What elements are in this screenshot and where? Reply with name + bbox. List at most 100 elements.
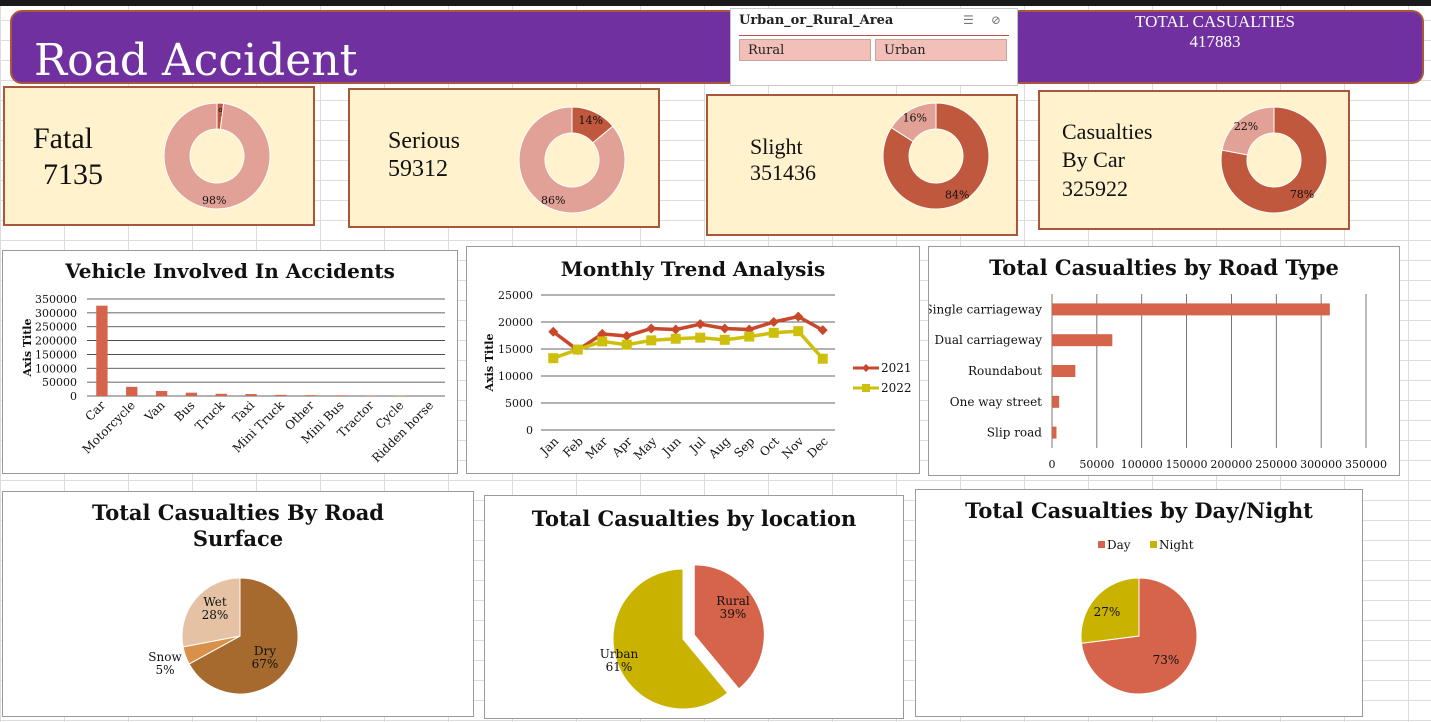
bar <box>245 394 257 396</box>
x-tick-label: 250000 <box>1255 458 1297 471</box>
x-tick-label: Bus <box>172 398 198 424</box>
data-point-2022 <box>817 353 828 364</box>
legend-label-2021: 2021 <box>881 361 912 375</box>
y-tick-label: 50000 <box>42 376 77 389</box>
slice-pct-label: 28% <box>202 608 229 622</box>
x-tick-label: Jan <box>536 434 561 459</box>
slice-pct-label: 5% <box>155 663 174 677</box>
road-type-chart: Total Casualties by Road Type 0 50000 1000… <box>928 246 1400 476</box>
bar <box>1052 426 1057 439</box>
kpi-car-label-line1: Casualties <box>1062 119 1153 144</box>
y-axis-title: Axis Title <box>21 319 34 378</box>
data-point-2022 <box>646 335 657 346</box>
bar <box>334 395 347 396</box>
x-tick-label: 150000 <box>1166 458 1208 471</box>
y-tick-label: 200000 <box>35 335 77 348</box>
y-tick-label: One way street <box>950 395 1042 409</box>
kpi-serious-donut: 14% 86% <box>518 106 626 214</box>
data-point-2022 <box>621 339 632 350</box>
x-tick-label: Feb <box>560 434 586 460</box>
multi-select-icon[interactable]: ☰ <box>963 13 974 27</box>
day-night-chart: Total Casualties by Day/Night 73% 27% Day N… <box>915 489 1363 717</box>
x-tick-label: Jun <box>658 434 684 460</box>
page-title: Road Accident <box>34 35 358 86</box>
legend-swatch-day <box>1098 541 1105 548</box>
vehicle-chart: Vehicle Involved In Accidents 0 50000 1000… <box>2 250 458 474</box>
x-tick-label: Van <box>141 398 168 425</box>
data-point-2021 <box>621 331 632 342</box>
kpi-card-serious: Serious 59312 14% 86% <box>348 88 660 228</box>
data-point-2022 <box>744 331 755 342</box>
road-surface-chart: Total Casualties By Road Surface Dry 67% S… <box>2 491 474 717</box>
x-tick-label: May <box>631 434 660 463</box>
kpi-fatal-donut: 2%98% <box>163 102 271 210</box>
slice-pct-label: 67% <box>252 657 279 671</box>
x-tick-label: Truck <box>192 398 227 433</box>
x-tick-label: Nov <box>779 434 806 461</box>
slicer-option-rural[interactable]: Rural <box>739 39 871 61</box>
urban-rural-slicer[interactable]: Urban_or_Rural_Area ☰ ⊘ Rural Urban <box>730 8 1018 86</box>
data-point-2022 <box>548 353 559 364</box>
bar <box>1052 303 1330 316</box>
road-type-svg: 0 50000 100000 150000 200000 250000 300000 3500… <box>929 294 1387 471</box>
data-point-2022 <box>670 333 681 344</box>
donut-label: 84% <box>945 189 969 202</box>
slice-name-label: Urban <box>600 647 639 661</box>
legend-marker <box>862 364 870 372</box>
y-tick-label: Dual carriageway <box>935 333 1043 347</box>
donut-label: 14% <box>579 114 603 127</box>
x-tick-label: Jul <box>685 434 708 457</box>
bar <box>215 393 227 396</box>
x-tick-label: Mar <box>583 434 611 462</box>
kpi-card-car: Casualties By Car 325922 78% 22% <box>1038 90 1350 230</box>
y-tick-label: 20000 <box>498 316 533 329</box>
slicer-title: Urban_or_Rural_Area <box>739 13 894 28</box>
legend-marker <box>862 384 870 392</box>
y-tick-label: 0 <box>526 424 533 437</box>
bar <box>96 305 108 396</box>
y-tick-label: 100000 <box>35 362 77 375</box>
legend-label-night: Night <box>1159 538 1194 552</box>
donut-label: 78% <box>1290 188 1314 201</box>
data-point-2021 <box>768 317 779 327</box>
monthly-trend-chart: Monthly Trend Analysis 0 5000 10000 15000 20… <box>466 246 920 474</box>
donut-label: 86% <box>541 194 565 207</box>
slice-pct-label: 61% <box>606 660 633 674</box>
data-point-2021 <box>695 319 706 330</box>
kpi-car-label: Casualties By Car <box>1062 118 1152 174</box>
donut-label: 98% <box>202 194 226 207</box>
total-casualties-value: 417883 <box>1189 32 1241 51</box>
kpi-serious-value: 59312 <box>388 156 448 182</box>
slice-name-label: Snow <box>148 650 182 664</box>
data-point-2022 <box>793 326 804 337</box>
kpi-serious-label: Serious <box>388 128 460 154</box>
kpi-fatal-label: Fatal <box>33 122 93 155</box>
kpi-card-slight: Slight 351436 84% 16% <box>706 94 1018 236</box>
legend-label-2022: 2022 <box>881 381 912 395</box>
kpi-card-fatal: Fatal 7135 2% 98% <box>3 86 315 226</box>
slice-pct-label: 39% <box>720 607 747 621</box>
x-tick-label: 200000 <box>1210 458 1252 471</box>
bar <box>275 394 287 396</box>
y-tick-label: 15000 <box>498 343 533 356</box>
x-tick-label: Aug <box>705 434 733 462</box>
slice-name-label: Rural <box>716 594 750 608</box>
monthly-trend-svg: 0 5000 10000 15000 20000 25000 Axis Title JanFe… <box>483 289 912 463</box>
kpi-car-label-line2: By Car <box>1062 147 1125 172</box>
slicer-divider <box>739 35 1009 36</box>
legend-swatch-night <box>1150 541 1157 548</box>
y-tick-label: 10000 <box>498 370 533 383</box>
x-tick-label: 350000 <box>1345 458 1387 471</box>
data-point-2022 <box>572 344 583 355</box>
y-tick-label: 300000 <box>35 307 77 320</box>
slice-name-label: Wet <box>203 595 226 609</box>
bar <box>305 395 317 396</box>
data-point-2021 <box>719 323 730 334</box>
data-point-2022 <box>597 336 608 347</box>
kpi-fatal-value: 7135 <box>43 158 103 191</box>
x-tick-label: 0 <box>1049 458 1056 471</box>
slicer-option-urban[interactable]: Urban <box>875 39 1007 61</box>
slice-pct-label: 27% <box>1094 605 1121 619</box>
data-point-2021 <box>646 323 657 334</box>
clear-filter-icon[interactable]: ⊘ <box>991 13 1001 27</box>
